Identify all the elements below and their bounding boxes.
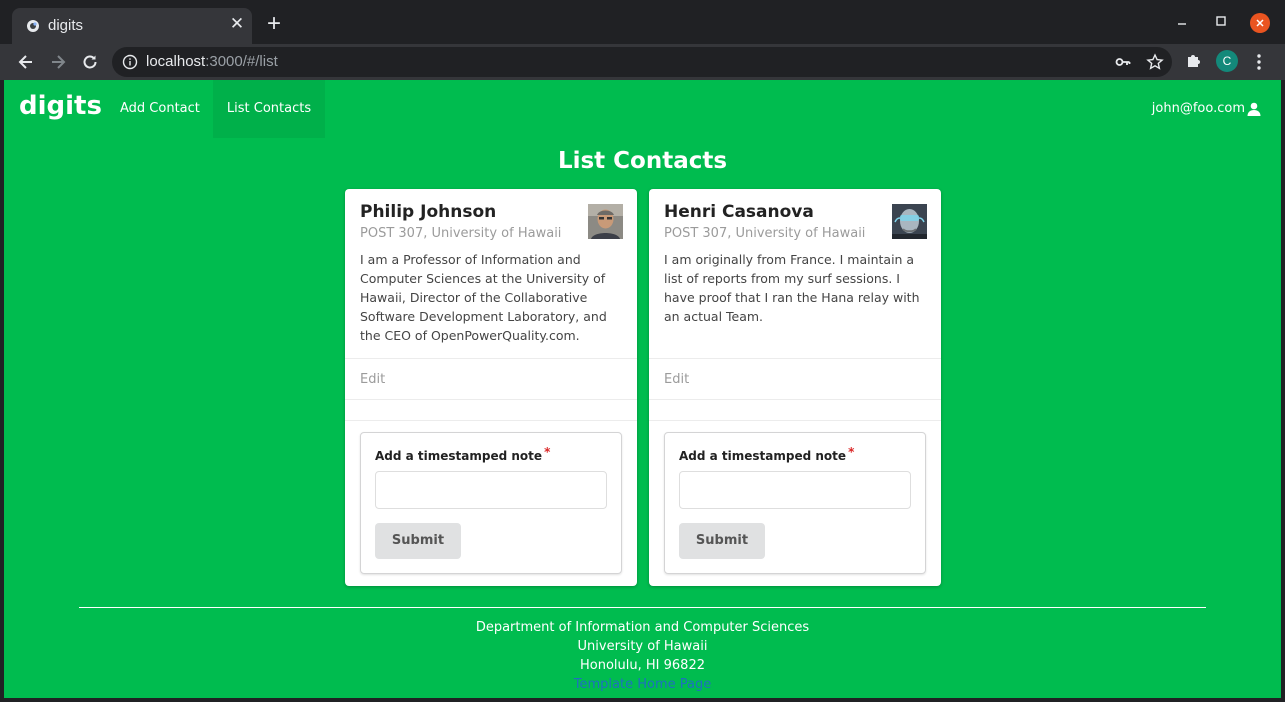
tab-close-icon[interactable]: ✕	[228, 15, 246, 33]
back-arrow-icon[interactable]	[16, 52, 36, 72]
top-navbar: digits Add Contact List Contacts john@fo…	[4, 80, 1281, 138]
url-text: localhost:3000/#/list	[146, 53, 278, 70]
site-info-icon[interactable]	[122, 54, 138, 70]
profile-avatar[interactable]: C	[1216, 50, 1238, 72]
nav-add-contact[interactable]: Add Contact	[104, 80, 216, 138]
address-bar[interactable]: localhost:3000/#/list	[112, 47, 1172, 77]
footer-city: Honolulu, HI 96822	[580, 658, 705, 673]
contact-address: POST 307, University of Hawaii	[664, 226, 866, 241]
user-email: john@foo.com	[1151, 101, 1245, 116]
contact-name: Henri Casanova	[664, 202, 814, 222]
contact-card: Henri Casanova POST 307, University of H…	[649, 189, 941, 586]
note-label-text: Add a timestamped note	[679, 449, 847, 463]
card-divider	[345, 399, 637, 400]
bookmark-star-icon[interactable]	[1146, 53, 1164, 71]
submit-button[interactable]: Submit	[375, 523, 461, 559]
card-divider	[345, 358, 637, 359]
template-home-link[interactable]: Template Home Page	[4, 675, 1281, 694]
brand-logo[interactable]: digits	[19, 91, 102, 121]
contact-photo	[892, 204, 927, 239]
new-tab-button[interactable]: +	[262, 12, 286, 36]
maximize-window-icon[interactable]	[1214, 14, 1228, 28]
password-key-icon[interactable]	[1115, 55, 1131, 69]
card-divider	[649, 358, 941, 359]
note-field-label: Add a timestamped note *	[375, 445, 550, 463]
page-viewport: digits Add Contact List Contacts john@fo…	[4, 80, 1281, 698]
contact-photo	[588, 204, 623, 239]
edit-link[interactable]: Edit	[664, 372, 689, 387]
submit-button[interactable]: Submit	[679, 523, 765, 559]
required-asterisk: *	[848, 445, 855, 459]
note-input[interactable]	[375, 471, 607, 509]
browser-toolbar: localhost:3000/#/list C	[0, 44, 1285, 80]
card-divider	[649, 399, 941, 400]
url-path: :3000/#/list	[205, 53, 278, 70]
forward-arrow-icon[interactable]	[48, 52, 68, 72]
footer-department: Department of Information and Computer S…	[475, 620, 810, 635]
contact-name: Philip Johnson	[360, 202, 497, 222]
add-note-form: Add a timestamped note * Submit	[360, 432, 622, 574]
note-input[interactable]	[679, 471, 911, 509]
footer-divider	[79, 607, 1206, 608]
extensions-puzzle-icon[interactable]	[1185, 52, 1203, 70]
footer: Department of Information and Computer S…	[4, 618, 1281, 694]
edit-link[interactable]: Edit	[360, 372, 385, 387]
contact-card: Philip Johnson POST 307, University of H…	[345, 189, 637, 586]
contact-description: I am originally from France. I maintain …	[664, 252, 920, 324]
nav-list-contacts[interactable]: List Contacts	[213, 80, 325, 138]
more-options-icon[interactable]	[1252, 52, 1266, 72]
reload-icon[interactable]	[80, 52, 100, 72]
contact-description: I am a Professor of Information and Comp…	[360, 252, 607, 343]
browser-tab-strip: digits ✕ +	[0, 0, 1285, 44]
note-field-label: Add a timestamped note *	[679, 445, 854, 463]
note-label-text: Add a timestamped note	[375, 449, 543, 463]
browser-tab[interactable]: digits ✕	[12, 8, 252, 44]
site-favicon-icon	[27, 20, 39, 32]
user-icon	[1247, 102, 1261, 116]
user-menu[interactable]: john@foo.com	[1152, 101, 1261, 116]
close-window-icon	[1256, 19, 1264, 27]
url-host: localhost	[146, 53, 206, 70]
card-divider	[345, 420, 637, 421]
card-divider	[649, 420, 941, 421]
contact-address: POST 307, University of Hawaii	[360, 226, 562, 241]
tab-title: digits	[48, 17, 84, 34]
required-asterisk: *	[544, 445, 551, 459]
close-window-button[interactable]	[1250, 13, 1270, 33]
add-note-form: Add a timestamped note * Submit	[664, 432, 926, 574]
page-title: List Contacts	[557, 148, 728, 174]
minimize-window-icon[interactable]	[1175, 14, 1189, 28]
footer-university: University of Hawaii	[577, 639, 708, 654]
